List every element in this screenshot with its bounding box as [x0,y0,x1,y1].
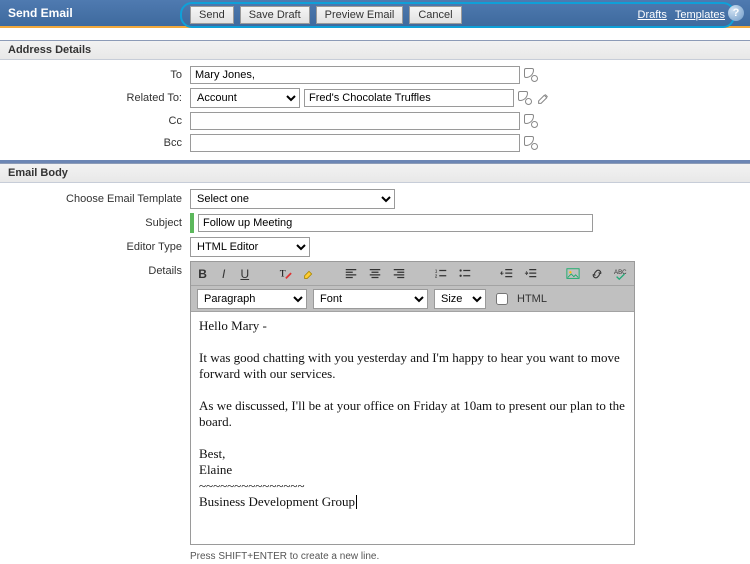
subject-field[interactable] [198,214,593,232]
svg-text:2: 2 [435,273,438,278]
font-size-select[interactable]: Size [434,289,486,309]
to-lookup-icon[interactable] [524,68,538,82]
font-family-select[interactable]: Font [313,289,428,309]
editor-toolbar-row1: B I U T 12 [191,262,634,286]
label-details: Details [0,261,190,277]
ordered-list-icon[interactable]: 12 [434,266,448,282]
template-select[interactable]: Select one [190,189,395,209]
svg-text:ABC: ABC [614,269,627,276]
label-template: Choose Email Template [0,193,190,205]
label-cc: Cc [0,115,190,127]
paragraph-format-select[interactable]: Paragraph [197,289,307,309]
editor-type-select[interactable]: HTML Editor [190,237,310,257]
label-to: To [0,69,190,81]
section-header-body: Email Body [0,163,750,183]
label-subject: Subject [0,217,190,229]
italic-icon[interactable]: I [218,266,229,282]
related-to-field[interactable] [304,89,514,107]
label-bcc: Bcc [0,137,190,149]
titlebar: Send Email Send Save Draft Preview Email… [0,0,750,28]
underline-icon[interactable]: U [239,266,250,282]
bold-icon[interactable]: B [197,266,208,282]
align-left-icon[interactable] [344,266,358,282]
related-to-lookup-icon[interactable] [518,91,532,105]
editor-toolbar-row2: Paragraph Font Size HTML [191,286,634,312]
text-color-icon[interactable]: T [278,266,292,282]
section-header-address: Address Details [0,40,750,60]
preview-email-button[interactable]: Preview Email [316,6,404,24]
insert-image-icon[interactable] [566,266,580,282]
label-editor-type: Editor Type [0,241,190,253]
indent-icon[interactable] [524,266,538,282]
required-indicator [190,213,194,233]
related-to-type-select[interactable]: Account [190,88,300,108]
highlight-color-icon[interactable] [302,266,316,282]
action-bar-highlight: Send Save Draft Preview Email Cancel Dra… [180,2,735,28]
cancel-button[interactable]: Cancel [409,6,461,24]
cc-lookup-icon[interactable] [524,114,538,128]
rich-text-editor: B I U T 12 [190,261,635,545]
templates-link[interactable]: Templates [675,9,725,21]
html-source-checkbox[interactable] [496,293,508,305]
align-center-icon[interactable] [368,266,382,282]
drafts-link[interactable]: Drafts [638,9,667,21]
link-icon[interactable] [590,266,604,282]
help-icon[interactable]: ? [728,5,744,21]
editor-text: Hello Mary - It was good chatting with y… [199,318,628,509]
cc-field[interactable] [190,112,520,130]
unordered-list-icon[interactable] [458,266,472,282]
text-cursor [356,495,357,509]
page-title: Send Email [8,6,73,20]
svg-text:T: T [280,268,286,279]
editor-content-area[interactable]: Hello Mary - It was good chatting with y… [191,312,634,544]
save-draft-button[interactable]: Save Draft [240,6,310,24]
related-to-edit-icon[interactable] [536,91,550,105]
bcc-lookup-icon[interactable] [524,136,538,150]
spellcheck-icon[interactable]: ABC [614,266,628,282]
to-field[interactable] [190,66,520,84]
label-related-to: Related To: [0,92,190,104]
outdent-icon[interactable] [500,266,514,282]
html-source-label: HTML [517,293,547,305]
align-right-icon[interactable] [392,266,406,282]
svg-text:1: 1 [435,268,438,273]
send-button[interactable]: Send [190,6,234,24]
bcc-field[interactable] [190,134,520,152]
